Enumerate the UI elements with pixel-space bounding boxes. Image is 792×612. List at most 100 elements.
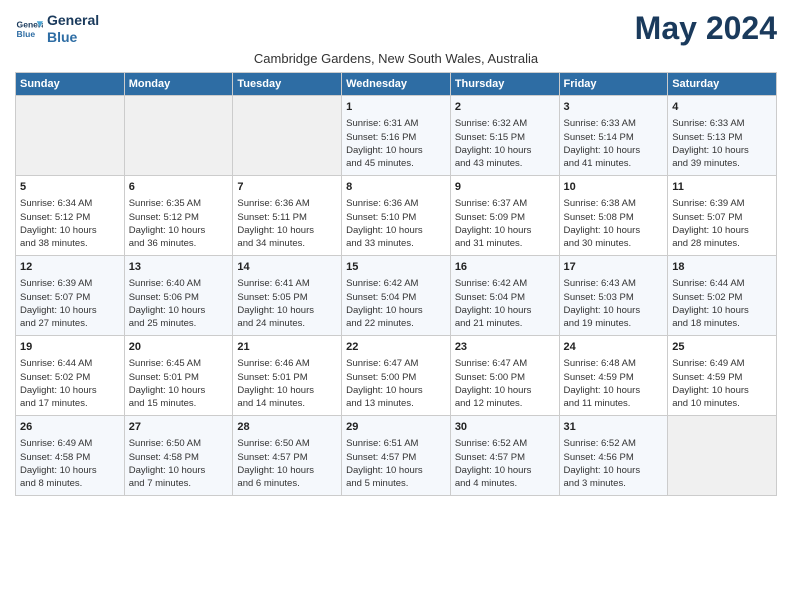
day-number: 14 xyxy=(237,260,337,275)
day-number: 29 xyxy=(346,420,446,435)
day-number: 28 xyxy=(237,420,337,435)
day-info: Sunrise: 6:50 AM Sunset: 4:57 PM Dayligh… xyxy=(237,437,337,490)
calendar-week-row: 1 Sunrise: 6:31 AM Sunset: 5:16 PM Daylig… xyxy=(16,96,777,176)
calendar-cell xyxy=(668,416,777,496)
day-number: 1 xyxy=(346,100,446,115)
calendar-cell: 1 Sunrise: 6:31 AM Sunset: 5:16 PM Daylig… xyxy=(342,96,451,176)
calendar-cell: 17 Sunrise: 6:43 AM Sunset: 5:03 PM Dayli… xyxy=(559,256,668,336)
calendar-cell xyxy=(233,96,342,176)
calendar-week-row: 19 Sunrise: 6:44 AM Sunset: 5:02 PM Dayli… xyxy=(16,336,777,416)
logo-text-line1: General xyxy=(47,12,99,29)
calendar-cell: 19 Sunrise: 6:44 AM Sunset: 5:02 PM Dayli… xyxy=(16,336,125,416)
calendar-cell: 24 Sunrise: 6:48 AM Sunset: 4:59 PM Dayli… xyxy=(559,336,668,416)
calendar-cell: 9 Sunrise: 6:37 AM Sunset: 5:09 PM Daylig… xyxy=(450,176,559,256)
calendar-table: SundayMondayTuesdayWednesdayThursdayFrid… xyxy=(15,72,777,496)
day-info: Sunrise: 6:43 AM Sunset: 5:03 PM Dayligh… xyxy=(564,277,664,330)
calendar-cell: 22 Sunrise: 6:47 AM Sunset: 5:00 PM Dayli… xyxy=(342,336,451,416)
calendar-cell: 21Sunrise: 6:46 AM Sunset: 5:01 PM Dayli… xyxy=(233,336,342,416)
page-header: General Blue General Blue May 2024 xyxy=(15,10,777,47)
calendar-cell: 20Sunrise: 6:45 AM Sunset: 5:01 PM Dayli… xyxy=(124,336,233,416)
column-header-thursday: Thursday xyxy=(450,73,559,96)
day-info: Sunrise: 6:37 AM Sunset: 5:09 PM Dayligh… xyxy=(455,197,555,250)
day-number: 6 xyxy=(129,180,229,195)
calendar-cell: 13 Sunrise: 6:40 AM Sunset: 5:06 PM Dayli… xyxy=(124,256,233,336)
calendar-cell: 12 Sunrise: 6:39 AM Sunset: 5:07 PM Dayli… xyxy=(16,256,125,336)
day-info: Sunrise: 6:33 AM Sunset: 5:14 PM Dayligh… xyxy=(564,117,664,170)
calendar-cell: 16 Sunrise: 6:42 AM Sunset: 5:04 PM Dayli… xyxy=(450,256,559,336)
day-info: Sunrise: 6:52 AM Sunset: 4:57 PM Dayligh… xyxy=(455,437,555,490)
day-number: 26 xyxy=(20,420,120,435)
calendar-cell: 26Sunrise: 6:49 AM Sunset: 4:58 PM Dayli… xyxy=(16,416,125,496)
day-info: Sunrise: 6:49 AM Sunset: 4:59 PM Dayligh… xyxy=(672,357,772,410)
day-info: Sunrise: 6:31 AM Sunset: 5:16 PM Dayligh… xyxy=(346,117,446,170)
calendar-cell: 31Sunrise: 6:52 AM Sunset: 4:56 PM Dayli… xyxy=(559,416,668,496)
column-header-sunday: Sunday xyxy=(16,73,125,96)
day-info: Sunrise: 6:44 AM Sunset: 5:02 PM Dayligh… xyxy=(20,357,120,410)
day-number: 5 xyxy=(20,180,120,195)
day-number: 16 xyxy=(455,260,555,275)
day-info: Sunrise: 6:44 AM Sunset: 5:02 PM Dayligh… xyxy=(672,277,772,330)
day-info: Sunrise: 6:46 AM Sunset: 5:01 PM Dayligh… xyxy=(237,357,337,410)
day-number: 24 xyxy=(564,340,664,355)
calendar-week-row: 12 Sunrise: 6:39 AM Sunset: 5:07 PM Dayli… xyxy=(16,256,777,336)
day-info: Sunrise: 6:41 AM Sunset: 5:05 PM Dayligh… xyxy=(237,277,337,330)
day-info: Sunrise: 6:39 AM Sunset: 5:07 PM Dayligh… xyxy=(20,277,120,330)
calendar-cell: 11 Sunrise: 6:39 AM Sunset: 5:07 PM Dayli… xyxy=(668,176,777,256)
day-number: 22 xyxy=(346,340,446,355)
day-number: 18 xyxy=(672,260,772,275)
calendar-cell: 15 Sunrise: 6:42 AM Sunset: 5:04 PM Dayli… xyxy=(342,256,451,336)
logo-icon: General Blue xyxy=(15,15,43,43)
calendar-cell: 4 Sunrise: 6:33 AM Sunset: 5:13 PM Daylig… xyxy=(668,96,777,176)
day-info: Sunrise: 6:42 AM Sunset: 5:04 PM Dayligh… xyxy=(346,277,446,330)
day-info: Sunrise: 6:39 AM Sunset: 5:07 PM Dayligh… xyxy=(672,197,772,250)
day-number: 31 xyxy=(564,420,664,435)
day-info: Sunrise: 6:47 AM Sunset: 5:00 PM Dayligh… xyxy=(455,357,555,410)
calendar-cell xyxy=(124,96,233,176)
calendar-cell: 3Sunrise: 6:33 AM Sunset: 5:14 PM Daylig… xyxy=(559,96,668,176)
day-info: Sunrise: 6:47 AM Sunset: 5:00 PM Dayligh… xyxy=(346,357,446,410)
column-header-friday: Friday xyxy=(559,73,668,96)
day-info: Sunrise: 6:35 AM Sunset: 5:12 PM Dayligh… xyxy=(129,197,229,250)
calendar-cell: 2Sunrise: 6:32 AM Sunset: 5:15 PM Daylig… xyxy=(450,96,559,176)
day-info: Sunrise: 6:34 AM Sunset: 5:12 PM Dayligh… xyxy=(20,197,120,250)
calendar-cell: 7 Sunrise: 6:36 AM Sunset: 5:11 PM Daylig… xyxy=(233,176,342,256)
day-number: 15 xyxy=(346,260,446,275)
day-number: 11 xyxy=(672,180,772,195)
day-info: Sunrise: 6:38 AM Sunset: 5:08 PM Dayligh… xyxy=(564,197,664,250)
calendar-cell: 28 Sunrise: 6:50 AM Sunset: 4:57 PM Dayli… xyxy=(233,416,342,496)
day-info: Sunrise: 6:48 AM Sunset: 4:59 PM Dayligh… xyxy=(564,357,664,410)
day-info: Sunrise: 6:32 AM Sunset: 5:15 PM Dayligh… xyxy=(455,117,555,170)
day-info: Sunrise: 6:33 AM Sunset: 5:13 PM Dayligh… xyxy=(672,117,772,170)
calendar-cell: 25 Sunrise: 6:49 AM Sunset: 4:59 PM Dayli… xyxy=(668,336,777,416)
day-number: 10 xyxy=(564,180,664,195)
calendar-week-row: 26Sunrise: 6:49 AM Sunset: 4:58 PM Dayli… xyxy=(16,416,777,496)
month-title: May 2024 xyxy=(635,10,777,47)
logo-text-line2: Blue xyxy=(47,29,99,46)
day-info: Sunrise: 6:42 AM Sunset: 5:04 PM Dayligh… xyxy=(455,277,555,330)
day-info: Sunrise: 6:51 AM Sunset: 4:57 PM Dayligh… xyxy=(346,437,446,490)
logo: General Blue General Blue xyxy=(15,12,99,46)
day-info: Sunrise: 6:36 AM Sunset: 5:11 PM Dayligh… xyxy=(237,197,337,250)
day-number: 23 xyxy=(455,340,555,355)
calendar-cell: 30 Sunrise: 6:52 AM Sunset: 4:57 PM Dayli… xyxy=(450,416,559,496)
day-number: 25 xyxy=(672,340,772,355)
day-number: 17 xyxy=(564,260,664,275)
day-number: 27 xyxy=(129,420,229,435)
calendar-subtitle: Cambridge Gardens, New South Wales, Aust… xyxy=(15,51,777,66)
column-header-tuesday: Tuesday xyxy=(233,73,342,96)
day-number: 9 xyxy=(455,180,555,195)
day-info: Sunrise: 6:36 AM Sunset: 5:10 PM Dayligh… xyxy=(346,197,446,250)
calendar-cell: 29 Sunrise: 6:51 AM Sunset: 4:57 PM Dayli… xyxy=(342,416,451,496)
day-number: 12 xyxy=(20,260,120,275)
day-number: 7 xyxy=(237,180,337,195)
column-header-saturday: Saturday xyxy=(668,73,777,96)
day-number: 8 xyxy=(346,180,446,195)
calendar-cell xyxy=(16,96,125,176)
day-info: Sunrise: 6:40 AM Sunset: 5:06 PM Dayligh… xyxy=(129,277,229,330)
day-number: 13 xyxy=(129,260,229,275)
day-number: 4 xyxy=(672,100,772,115)
calendar-cell: 23 Sunrise: 6:47 AM Sunset: 5:00 PM Dayli… xyxy=(450,336,559,416)
day-number: 19 xyxy=(20,340,120,355)
calendar-cell: 18 Sunrise: 6:44 AM Sunset: 5:02 PM Dayli… xyxy=(668,256,777,336)
day-number: 30 xyxy=(455,420,555,435)
